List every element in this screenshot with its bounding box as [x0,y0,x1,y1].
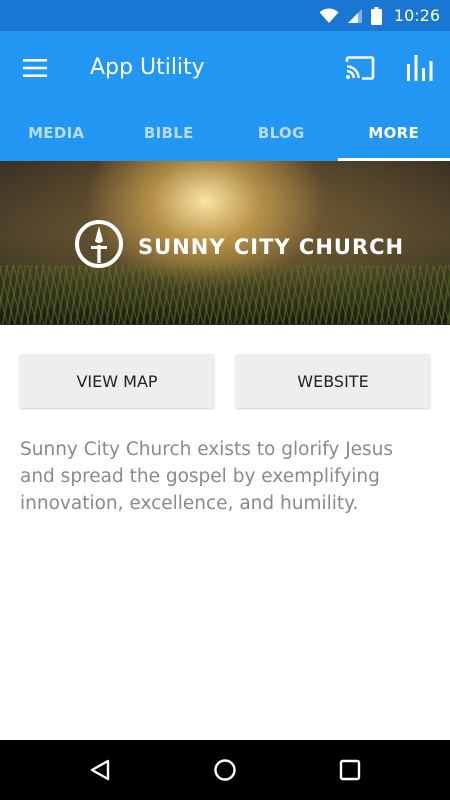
wifi-icon [319,7,339,24]
system-nav-bar [0,740,450,800]
tab-media[interactable]: MEDIA [0,104,113,161]
battery-icon [370,6,382,25]
recents-icon[interactable] [334,754,366,786]
back-icon[interactable] [84,754,116,786]
website-button[interactable]: WEBSITE [236,354,430,408]
banner-grass-background [0,265,450,325]
signal-icon [347,8,363,24]
church-compass-logo-icon [74,219,124,274]
bar-chart-icon[interactable] [402,51,438,85]
status-time: 10:26 [393,6,440,25]
view-map-button[interactable]: VIEW MAP [20,354,214,408]
home-icon[interactable] [209,754,241,786]
banner-divider [0,324,450,325]
church-banner: SUNNY CITY CHURCH [0,161,450,325]
church-name: SUNNY CITY CHURCH [138,234,405,259]
church-description: Sunny City Church exists to glorify Jesu… [20,439,394,514]
app-title: App Utility [90,55,205,80]
status-bar: 10:26 [0,0,450,31]
tab-blog[interactable]: BLOG [225,104,338,161]
cast-icon[interactable] [342,51,378,85]
menu-icon[interactable] [18,53,52,83]
church-logo-row: SUNNY CITY CHURCH [74,219,404,274]
tab-bar: MEDIA BIBLE BLOG MORE [0,104,450,161]
tab-more[interactable]: MORE [337,104,450,161]
app-bar: App Utility [0,31,450,104]
tab-bible[interactable]: BIBLE [113,104,226,161]
